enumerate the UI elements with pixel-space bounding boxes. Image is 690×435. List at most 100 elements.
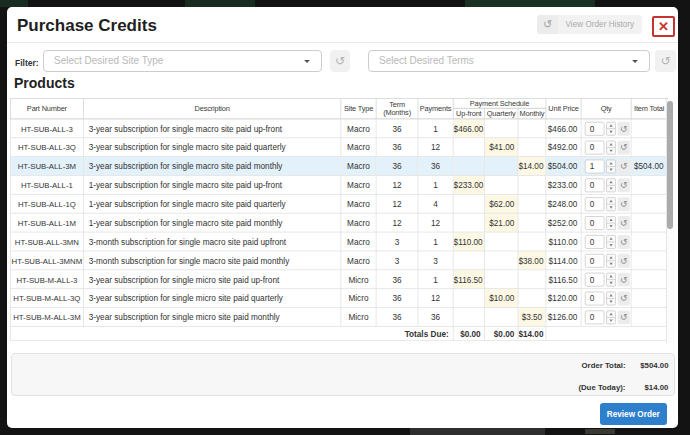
site-type-select[interactable]: Select Desired Site Type [43,50,322,72]
unit-price-cell: $233.00 [546,175,581,194]
item-total-cell [631,232,667,251]
qty-stepper[interactable] [606,253,616,267]
payments-cell: 36 [418,308,453,327]
qty-input[interactable]: 0 [585,235,605,249]
terms-select[interactable]: Select Desired Terms [368,50,650,72]
due-today-row: (Due Today): $14.00 [578,383,668,392]
qty-input[interactable]: 0 [585,216,605,230]
part-number-cell: HT-SUB-ALL-1 [10,175,83,194]
qty-reset-button[interactable]: ↺ [618,197,630,211]
close-button[interactable]: ✕ [652,16,675,37]
stepper-down-icon[interactable] [607,317,615,323]
stepper-down-icon[interactable] [607,242,615,248]
table-scrollbar[interactable] [666,99,674,343]
view-order-history-button[interactable]: ↺ View Order History [537,15,642,34]
up-front-cell [453,213,484,232]
payments-cell: 36 [418,157,453,176]
table-row: HT-SUB-M-ALL-33-year subscription for si… [10,270,667,289]
part-number-cell: HT-SUB-M-ALL-3Q [10,289,83,308]
qty-stepper[interactable] [606,140,616,154]
order-total-label: Order Total: [581,361,625,370]
header-divider [7,42,678,43]
qty-reset-button[interactable]: ↺ [618,272,630,286]
qty-input[interactable]: 0 [585,272,605,286]
stepper-down-icon[interactable] [607,185,615,191]
qty-input[interactable]: 0 [585,121,605,135]
item-total-cell [631,289,667,308]
qty-stepper[interactable] [606,159,616,173]
stepper-down-icon[interactable] [607,166,615,172]
qty-cell: 1↺ [581,157,631,176]
products-table: Part Number Description Site Type Term (… [10,98,674,344]
stepper-down-icon[interactable] [607,280,615,286]
qty-reset-button[interactable]: ↺ [618,178,630,192]
qty-stepper[interactable] [606,291,616,305]
qty-stepper[interactable] [606,216,616,230]
stepper-down-icon[interactable] [607,261,615,267]
payments-cell: 12 [418,213,453,232]
qty-reset-button[interactable]: ↺ [618,121,630,135]
item-total-cell [631,119,667,138]
unit-price-cell: $116.50 [546,270,581,289]
quarterly-cell [484,157,518,176]
term-cell: 12 [376,175,418,194]
review-order-button[interactable]: Review Order [600,403,667,425]
col-monthly: Monthly [518,108,546,119]
order-total-row: Order Total: $504.00 [581,361,668,370]
table-row: HT-SUB-ALL-3MNM3-month subscription for … [10,251,667,270]
qty-reset-button[interactable]: ↺ [618,310,630,324]
qty-input[interactable]: 0 [585,140,605,154]
qty-input[interactable]: 0 [585,178,605,192]
quarterly-cell: $21.00 [484,213,518,232]
description-cell: 1-year subscription for single macro sit… [83,175,340,194]
table-row: HT-SUB-M-ALL-3Q3-year subscription for s… [10,289,667,308]
item-total-cell [631,308,667,327]
qty-reset-button[interactable]: ↺ [618,253,630,267]
qty-input[interactable]: 0 [585,291,605,305]
qty-stepper[interactable] [606,235,616,249]
site-type-cell: Micro [341,308,376,327]
qty-input[interactable]: 0 [585,310,605,324]
table-row: HT-SUB-ALL-3M3-year subscription for sin… [10,157,667,176]
stepper-down-icon[interactable] [607,223,615,229]
qty-cell: 0↺ [581,213,631,232]
site-type-reset-button[interactable]: ↺ [330,50,350,72]
qty-reset-button[interactable]: ↺ [618,291,630,305]
qty-reset-button[interactable]: ↺ [618,159,630,173]
scrollbar-thumb[interactable] [667,101,673,229]
qty-input[interactable]: 0 [585,253,605,267]
order-summary-panel: Order Total: $504.00 (Due Today): $14.00 [11,353,675,396]
totals-up-front: $0.00 [453,326,484,340]
up-front-cell [453,157,484,176]
terms-placeholder: Select Desired Terms [379,55,474,66]
stepper-down-icon[interactable] [607,129,615,135]
qty-cell: 0↺ [581,308,631,327]
unit-price-cell: $248.00 [546,194,581,213]
table-row: HT-SUB-ALL-3MN3-month subscription for s… [10,232,667,251]
payments-cell: 1 [418,270,453,289]
stepper-down-icon[interactable] [607,148,615,154]
qty-stepper[interactable] [606,121,616,135]
quarterly-cell [484,270,518,289]
qty-input[interactable]: 1 [585,159,605,173]
unit-price-cell: $120.00 [546,289,581,308]
item-total-cell [631,138,667,157]
qty-stepper[interactable] [606,310,616,324]
col-up-front: Up-front [453,108,484,119]
terms-reset-button[interactable]: ↺ [655,50,676,72]
qty-reset-button[interactable]: ↺ [618,140,630,154]
qty-input[interactable]: 0 [585,197,605,211]
qty-reset-button[interactable]: ↺ [618,216,630,230]
stepper-down-icon[interactable] [607,204,615,210]
qty-stepper[interactable] [606,197,616,211]
table-row: HT-SUB-ALL-1M1-year subscription for sin… [10,213,667,232]
up-front-cell [453,138,484,157]
table-row: HT-SUB-ALL-1Q1-year subscription for sin… [10,194,667,213]
qty-stepper[interactable] [606,272,616,286]
due-today-value: $14.00 [625,383,668,392]
part-number-cell: HT-SUB-ALL-1Q [10,194,83,213]
table-row: HT-SUB-ALL-11-year subscription for sing… [10,175,667,194]
qty-reset-button[interactable]: ↺ [618,235,630,249]
qty-stepper[interactable] [606,178,616,192]
stepper-down-icon[interactable] [607,298,615,304]
